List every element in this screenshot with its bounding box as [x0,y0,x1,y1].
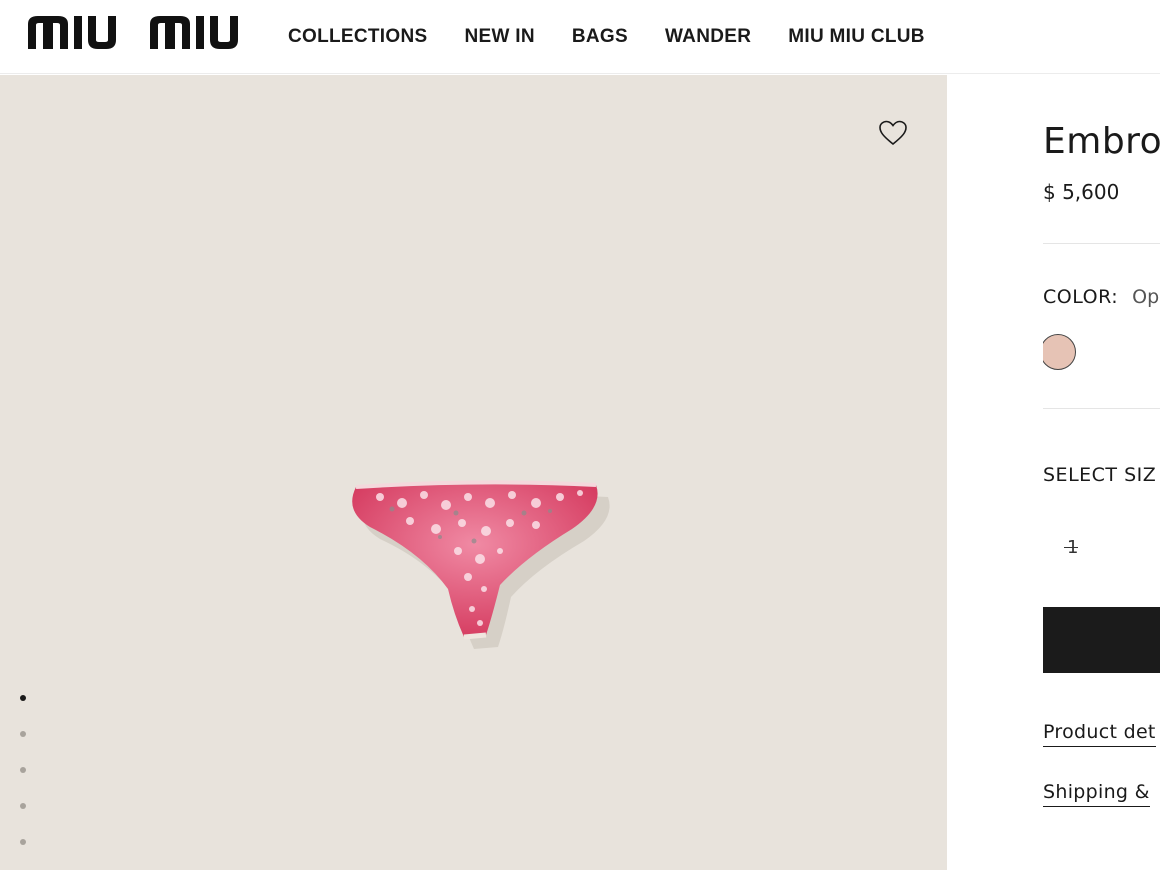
color-label: COLOR: [1043,286,1119,308]
nav-collections[interactable]: COLLECTIONS [288,26,427,48]
main-nav: COLLECTIONS NEW IN BAGS WANDER MIU MIU C… [288,0,962,74]
add-to-bag-button[interactable] [1043,607,1160,673]
shipping-link[interactable]: Shipping & [1043,781,1150,807]
product-info: Embro $ 5,600 COLOR: Op SELECT SIZ 1 Pro… [1043,75,1160,870]
gallery-dot-3[interactable] [20,767,26,773]
heart-icon[interactable] [877,118,909,148]
product-gallery [0,75,947,870]
product-title: Embro [1043,121,1160,162]
site-header: COLLECTIONS NEW IN BAGS WANDER MIU MIU C… [0,0,1160,74]
gallery-dot-5[interactable] [20,839,26,845]
divider [1043,243,1160,244]
nav-wander[interactable]: WANDER [665,26,751,48]
divider [1043,408,1160,409]
select-size-label: SELECT SIZ [1043,464,1157,486]
gallery-dot-1[interactable] [20,695,26,701]
nav-miu-miu-club[interactable]: MIU MIU CLUB [788,26,925,48]
nav-new-in[interactable]: NEW IN [464,26,534,48]
product-image [352,480,610,649]
gallery-pagination [20,695,26,870]
gallery-dot-2[interactable] [20,731,26,737]
miu-miu-logo[interactable] [26,14,248,50]
product-details-link[interactable]: Product det [1043,721,1156,747]
nav-bags[interactable]: BAGS [572,26,628,48]
unavailable-strike [1064,547,1078,548]
gallery-dot-4[interactable] [20,803,26,809]
color-value: Op [1132,286,1160,308]
product-price: $ 5,600 [1043,180,1120,204]
color-swatch[interactable] [1043,334,1076,370]
size-option-1[interactable]: 1 [1064,537,1078,558]
color-row: COLOR: Op [1043,286,1159,308]
